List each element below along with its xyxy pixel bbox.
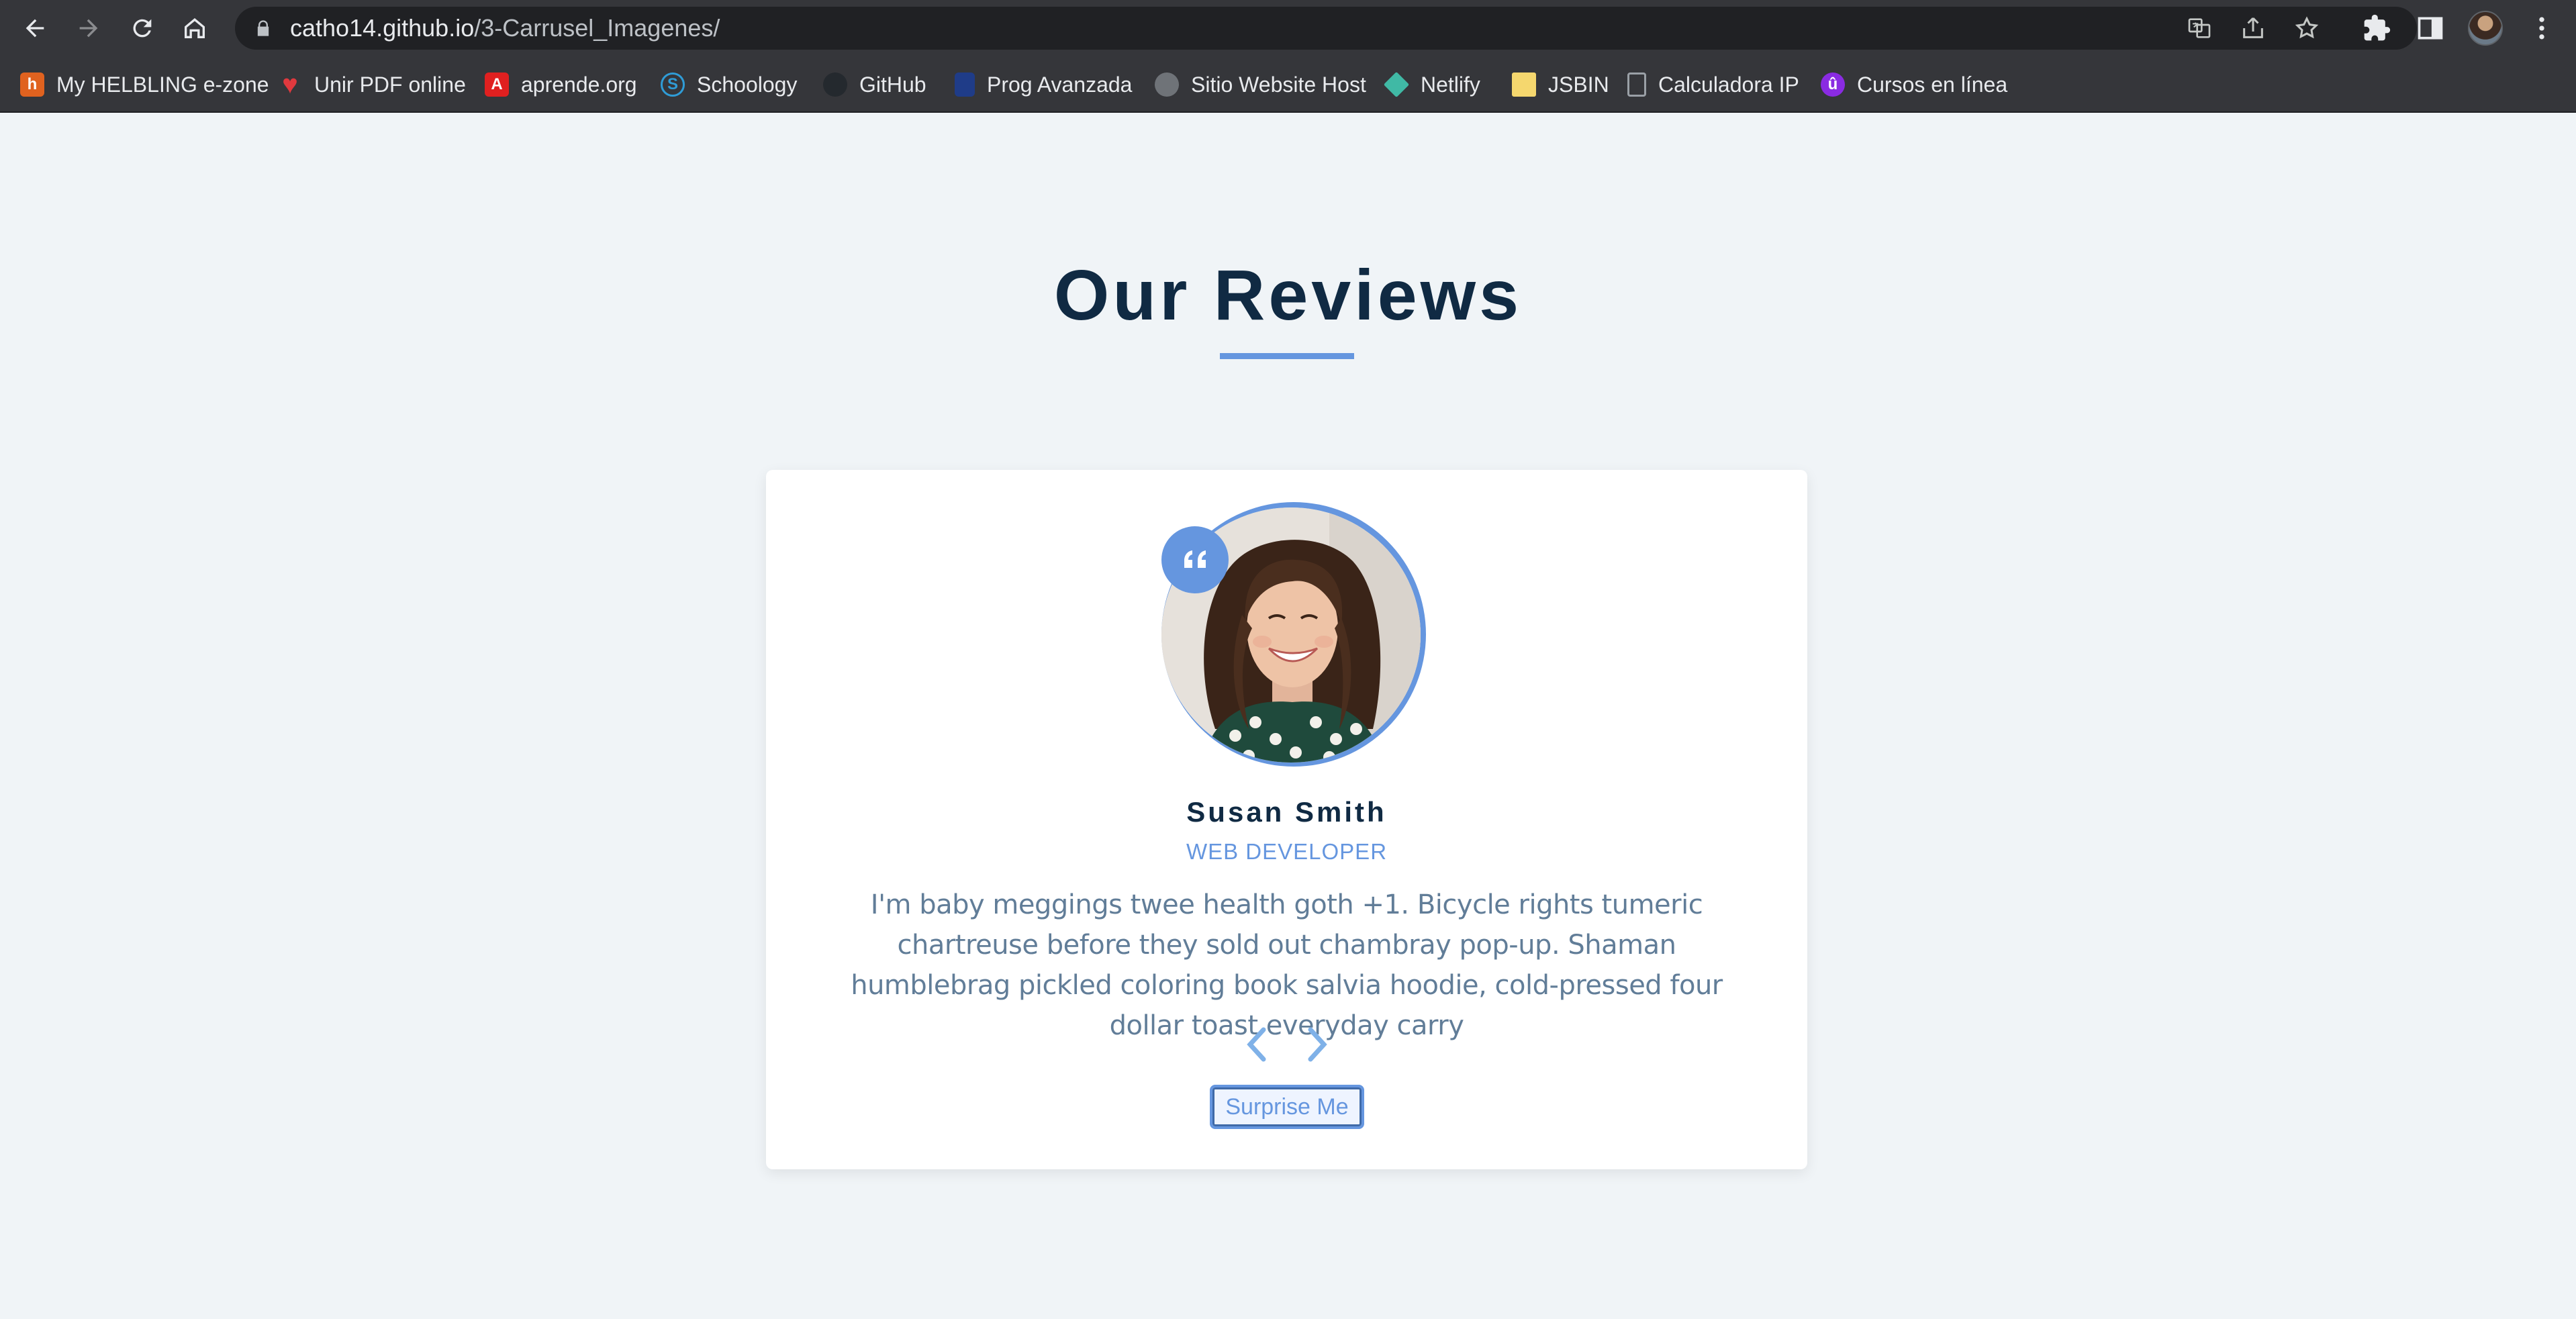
menu-dots-icon[interactable] <box>2527 13 2557 43</box>
next-button[interactable] <box>1297 1023 1337 1066</box>
bookmark-label: aprende.org <box>521 72 637 97</box>
review-author: Susan Smith <box>1186 796 1387 828</box>
quote-icon <box>1161 526 1229 593</box>
bookmark-label: Sitio Website Host <box>1191 72 1366 97</box>
url-text: catho14.github.io/3-Carrusel_Imagenes/ <box>290 7 720 50</box>
extensions-icon[interactable] <box>2362 13 2391 43</box>
bookmark-sitio-website-host[interactable]: Sitio Website Host <box>1155 69 1366 100</box>
bookmark-label: Prog Avanzada <box>987 72 1133 97</box>
reload-button[interactable] <box>124 9 161 47</box>
bookmark-helbling[interactable]: h My HELBLING e-zone <box>20 69 269 100</box>
side-panel-icon[interactable] <box>2416 13 2445 43</box>
bookmark-label: Calculadora IP <box>1658 72 1799 97</box>
browser-toolbar: catho14.github.io/3-Carrusel_Imagenes/ <box>0 0 2576 57</box>
bookmark-aprende[interactable]: A aprende.org <box>485 69 637 100</box>
helbling-icon: h <box>20 72 44 97</box>
bookmark-netlify[interactable]: Netlify <box>1383 69 1480 100</box>
surprise-me-button[interactable]: Surprise Me <box>1210 1085 1364 1129</box>
bookmark-label: My HELBLING e-zone <box>56 72 269 97</box>
arrow-left-icon <box>26 19 44 38</box>
bookmark-github[interactable]: GitHub <box>823 69 926 100</box>
url-host: catho14.github.io <box>290 14 475 42</box>
schoology-icon: S <box>661 72 685 97</box>
bookmark-label: Netlify <box>1421 72 1480 97</box>
bookmark-label: Unir PDF online <box>314 72 466 97</box>
bookmark-label: Schoology <box>697 72 798 97</box>
bookmark-label: GitHub <box>859 72 926 97</box>
chevron-right-icon <box>1308 1027 1327 1062</box>
review-text: I'm baby meggings twee health goth +1. B… <box>851 889 1723 1041</box>
aprende-icon: A <box>485 72 509 97</box>
url-path: /3-Carrusel_Imagenes/ <box>474 14 720 42</box>
translate-icon[interactable] <box>2186 15 2213 42</box>
chevron-left-icon <box>1247 1027 1266 1062</box>
bookmark-calculadora-ip[interactable]: Calculadora IP <box>1627 69 1799 100</box>
arrow-right-icon <box>79 19 98 38</box>
bookmark-unir-pdf[interactable]: ♥ Unir PDF online <box>278 69 466 100</box>
review-job: web developer <box>1186 839 1388 864</box>
heart-icon: ♥ <box>282 69 298 99</box>
calculator-icon <box>1627 72 1646 97</box>
forward-button[interactable] <box>70 9 107 47</box>
jsbin-icon <box>1512 72 1536 97</box>
netlify-icon <box>1383 71 1410 98</box>
home-button[interactable] <box>176 9 213 47</box>
back-button[interactable] <box>16 9 54 47</box>
globe-icon <box>1155 72 1179 97</box>
title-underline <box>1220 353 1354 359</box>
page-title: Our Reviews <box>1053 256 1523 335</box>
home-icon <box>185 18 205 38</box>
reload-icon <box>133 19 152 38</box>
github-icon <box>823 72 847 97</box>
lock-icon <box>254 19 273 38</box>
prog-icon <box>955 72 975 97</box>
prev-button[interactable] <box>1237 1023 1277 1066</box>
cursos-icon: û <box>1821 72 1845 97</box>
share-icon[interactable] <box>2240 15 2267 42</box>
bookmark-prog-avanzada[interactable]: Prog Avanzada <box>955 69 1132 100</box>
bookmark-star-icon[interactable] <box>2293 15 2320 42</box>
bookmark-jsbin[interactable]: JSBIN <box>1512 69 1609 100</box>
bookmark-label: Cursos en línea <box>1857 72 2008 97</box>
bookmark-cursos-en-linea[interactable]: û Cursos en línea <box>1821 69 2007 100</box>
bookmarks-bar: h My HELBLING e-zone ♥ Unir PDF online A… <box>0 57 2576 113</box>
address-bar[interactable]: catho14.github.io/3-Carrusel_Imagenes/ <box>235 7 2417 50</box>
bookmark-schoology[interactable]: S Schoology <box>661 69 797 100</box>
bookmark-label: JSBIN <box>1548 72 1609 97</box>
profile-avatar[interactable] <box>2468 11 2503 46</box>
